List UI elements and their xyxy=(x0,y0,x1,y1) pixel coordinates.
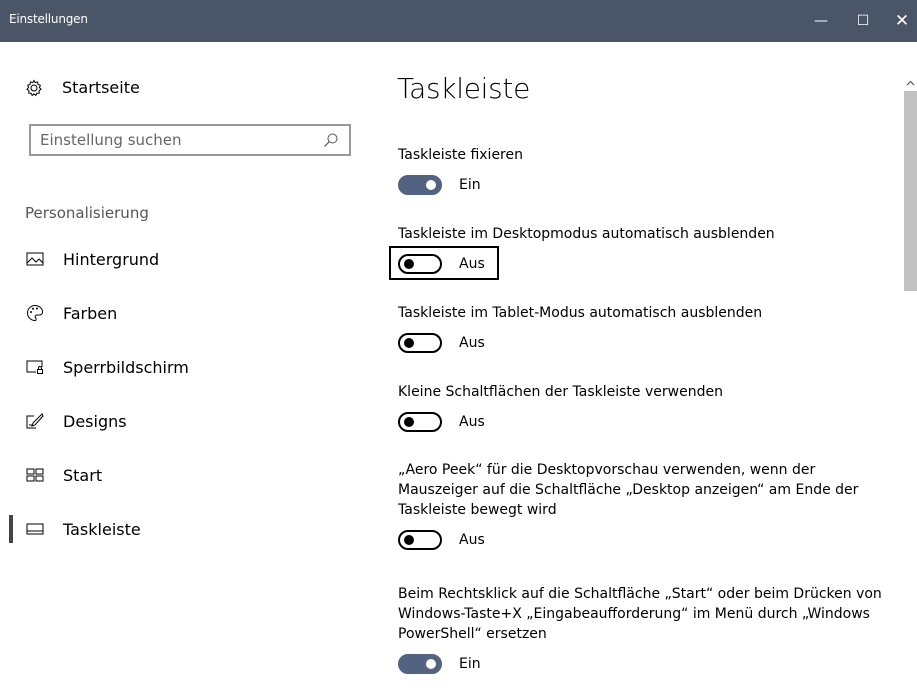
sidebar-item-sperrbildschirm[interactable]: Sperrbildschirm xyxy=(0,347,370,387)
toggle-state: Ein xyxy=(459,177,481,193)
toggle-state: Aus xyxy=(459,335,485,351)
sidebar-item-farben[interactable]: Farben xyxy=(0,293,370,333)
picture-icon xyxy=(26,250,44,268)
toggle-knob xyxy=(404,259,414,269)
toggle-row: Aus xyxy=(398,530,485,550)
close-button[interactable]: ✕ xyxy=(879,0,917,42)
toggle-row: Aus xyxy=(398,412,485,432)
setting-label: „Aero Peek“ für die Desktopvorschau verw… xyxy=(398,462,859,518)
minimize-button[interactable]: — xyxy=(798,0,844,42)
toggle-knob xyxy=(404,417,414,427)
settings-content: Taskleiste Taskleiste fixieren Ein Taskl… xyxy=(370,42,917,700)
brush-icon xyxy=(26,412,44,430)
sidebar-item-label: Taskleiste xyxy=(63,519,141,539)
search-icon[interactable] xyxy=(323,132,339,148)
home-link[interactable]: Startseite xyxy=(25,78,140,97)
sidebar: Startseite Personalisierung Hintergrund xyxy=(0,42,370,700)
window-title: Einstellungen xyxy=(9,12,88,26)
setting-tabletmodus-ausblenden: Taskleiste im Tablet-Modus automatisch a… xyxy=(398,303,888,357)
toggle-state: Aus xyxy=(459,256,485,272)
sidebar-item-label: Farben xyxy=(63,303,118,323)
title-bar: Einstellungen — ☐ ✕ xyxy=(0,0,917,42)
lockscreen-icon xyxy=(26,358,44,376)
setting-desktopmodus-ausblenden: Taskleiste im Desktopmodus automatisch a… xyxy=(389,224,888,280)
start-tiles-icon xyxy=(26,466,44,484)
setting-label: Beim Rechtsklick auf die Schaltfläche „S… xyxy=(398,586,882,642)
setting-label: Taskleiste im Desktopmodus automatisch a… xyxy=(398,226,775,242)
gear-icon xyxy=(25,78,43,97)
search-input[interactable] xyxy=(31,130,323,150)
scroll-up-icon[interactable] xyxy=(904,76,917,90)
close-icon: ✕ xyxy=(894,11,910,31)
toggle-switch[interactable] xyxy=(398,254,442,274)
sidebar-item-hintergrund[interactable]: Hintergrund xyxy=(0,239,370,279)
sidebar-item-start[interactable]: Start xyxy=(0,455,370,495)
setting-taskleiste-fixieren: Taskleiste fixieren Ein xyxy=(398,145,888,199)
sidebar-item-label: Hintergrund xyxy=(63,249,160,269)
sidebar-item-label: Designs xyxy=(63,411,127,431)
toggle-row: Ein xyxy=(398,175,481,195)
scrollbar-thumb[interactable] xyxy=(904,91,917,291)
taskbar-icon xyxy=(26,520,44,538)
section-title: Personalisierung xyxy=(25,204,149,222)
toggle-switch[interactable] xyxy=(398,654,442,674)
toggle-row: Aus xyxy=(398,333,485,353)
toggle-row: Aus xyxy=(389,246,499,280)
setting-powershell-ersetzen: Beim Rechtsklick auf die Schaltfläche „S… xyxy=(398,584,888,678)
sidebar-item-designs[interactable]: Designs xyxy=(0,401,370,441)
page-title: Taskleiste xyxy=(397,72,531,105)
toggle-state: Ein xyxy=(459,656,481,672)
toggle-knob xyxy=(404,535,414,545)
home-label: Startseite xyxy=(62,78,140,97)
minimize-icon: — xyxy=(814,13,828,29)
toggle-switch[interactable] xyxy=(398,412,442,432)
toggle-knob xyxy=(404,338,414,348)
toggle-switch[interactable] xyxy=(398,175,442,195)
toggle-state: Aus xyxy=(459,414,485,430)
palette-icon xyxy=(26,304,44,322)
toggle-switch[interactable] xyxy=(398,530,442,550)
setting-aero-peek: „Aero Peek“ für die Desktopvorschau verw… xyxy=(398,460,888,554)
toggle-knob xyxy=(426,180,436,190)
setting-label: Taskleiste im Tablet-Modus automatisch a… xyxy=(398,305,763,321)
sidebar-item-label: Sperrbildschirm xyxy=(63,357,189,377)
sidebar-item-taskleiste[interactable]: Taskleiste xyxy=(0,509,370,549)
active-indicator xyxy=(9,515,13,543)
toggle-state: Aus xyxy=(459,532,485,548)
setting-kleine-schaltflaechen: Kleine Schaltflächen der Taskleiste verw… xyxy=(398,382,888,436)
sidebar-item-label: Start xyxy=(63,465,103,485)
search-box[interactable] xyxy=(29,124,351,156)
maximize-icon: ☐ xyxy=(856,13,870,29)
toggle-knob xyxy=(426,659,436,669)
setting-label: Kleine Schaltflächen der Taskleiste verw… xyxy=(398,384,723,400)
toggle-row: Ein xyxy=(398,654,481,674)
toggle-switch[interactable] xyxy=(398,333,442,353)
setting-label: Taskleiste fixieren xyxy=(398,147,523,163)
